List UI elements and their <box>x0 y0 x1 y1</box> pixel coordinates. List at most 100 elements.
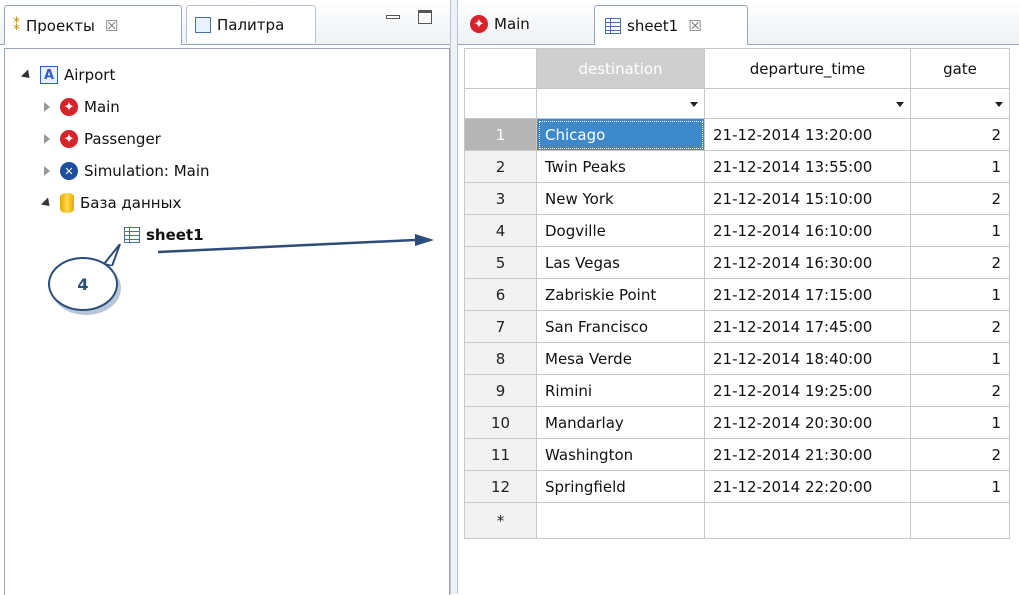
row-number[interactable]: 6 <box>464 278 537 311</box>
row-number[interactable]: 2 <box>464 150 537 183</box>
cell-gate[interactable]: 2 <box>910 246 1010 279</box>
cell-destination[interactable]: Zabriskie Point <box>536 278 705 311</box>
filter-gate[interactable] <box>910 88 1010 119</box>
table-cell[interactable] <box>536 502 705 539</box>
table-row[interactable]: 1 Chicago 21-12-2014 13:20:00 2 <box>464 118 1010 151</box>
collapsed-arrow-icon[interactable] <box>40 102 54 112</box>
cell-departure-time[interactable]: 21-12-2014 15:10:00 <box>704 182 911 215</box>
minimize-icon[interactable] <box>384 10 400 24</box>
cell-gate[interactable]: 2 <box>910 438 1010 471</box>
maximize-icon[interactable] <box>418 10 432 24</box>
dropdown-arrow-icon[interactable] <box>690 102 698 107</box>
cell-destination[interactable]: Chicago <box>536 118 705 151</box>
cell-destination[interactable]: Mandarlay <box>536 406 705 439</box>
cell-departure-time[interactable]: 21-12-2014 17:15:00 <box>704 278 911 311</box>
cell-departure-time[interactable]: 21-12-2014 16:30:00 <box>704 246 911 279</box>
filter-departure-time[interactable] <box>704 88 911 119</box>
expanded-arrow-icon[interactable] <box>20 68 34 82</box>
collapsed-arrow-icon[interactable] <box>40 166 54 176</box>
table-row[interactable]: 12 Springfield 21-12-2014 22:20:00 1 <box>464 470 1010 503</box>
column-header-departure-time[interactable]: departure_time <box>704 48 911 89</box>
row-number[interactable]: 9 <box>464 374 537 407</box>
cell-gate[interactable]: 1 <box>910 278 1010 311</box>
corner-cell <box>464 48 537 89</box>
table-row[interactable]: 6 Zabriskie Point 21-12-2014 17:15:00 1 <box>464 278 1010 311</box>
cell-gate[interactable]: 2 <box>910 310 1010 343</box>
table-row[interactable]: 7 San Francisco 21-12-2014 17:45:00 2 <box>464 310 1010 343</box>
dropdown-arrow-icon[interactable] <box>995 102 1003 107</box>
callout-tail <box>104 244 121 266</box>
table-row[interactable]: 9 Rimini 21-12-2014 19:25:00 2 <box>464 374 1010 407</box>
table-row[interactable]: 4 Dogville 21-12-2014 16:10:00 1 <box>464 214 1010 247</box>
expanded-arrow-icon[interactable] <box>40 196 54 210</box>
cell-gate[interactable]: 1 <box>910 470 1010 503</box>
tree-item-sheet1[interactable]: sheet1 <box>124 222 204 248</box>
cell-departure-time[interactable]: 21-12-2014 16:10:00 <box>704 214 911 247</box>
cell-destination[interactable]: Washington <box>536 438 705 471</box>
cell-departure-time[interactable]: 21-12-2014 22:20:00 <box>704 470 911 503</box>
cell-departure-time[interactable]: 21-12-2014 13:55:00 <box>704 150 911 183</box>
close-icon[interactable]: ☒ <box>688 17 701 35</box>
table-cell[interactable] <box>704 502 911 539</box>
cell-gate[interactable]: 2 <box>910 182 1010 215</box>
cell-gate[interactable]: 2 <box>910 374 1010 407</box>
row-number[interactable]: 3 <box>464 182 537 215</box>
dropdown-arrow-icon[interactable] <box>896 102 904 107</box>
row-number[interactable]: 12 <box>464 470 537 503</box>
cell-gate[interactable]: 1 <box>910 342 1010 375</box>
projects-tabbar: ⁑ Проекты ☒ Палитра <box>0 0 450 45</box>
cell-departure-time[interactable]: 21-12-2014 18:40:00 <box>704 342 911 375</box>
tab-main[interactable]: ✦ Main <box>460 5 586 43</box>
column-header-gate[interactable]: gate <box>910 48 1010 89</box>
close-icon[interactable]: ☒ <box>105 17 118 35</box>
table-cell[interactable] <box>910 502 1010 539</box>
tree-item-passenger[interactable]: ✦ Passenger <box>40 126 161 152</box>
tree-item-simulation-main[interactable]: ✕ Simulation: Main <box>40 158 210 184</box>
cell-departure-time[interactable]: 21-12-2014 17:45:00 <box>704 310 911 343</box>
tree-item-database[interactable]: База данных <box>40 190 181 216</box>
cell-gate[interactable]: 1 <box>910 214 1010 247</box>
tab-sheet1[interactable]: sheet1 ☒ <box>594 5 748 45</box>
cell-destination[interactable]: Mesa Verde <box>536 342 705 375</box>
row-number[interactable]: 7 <box>464 310 537 343</box>
table-row[interactable]: 2 Twin Peaks 21-12-2014 13:55:00 1 <box>464 150 1010 183</box>
cell-destination[interactable]: San Francisco <box>536 310 705 343</box>
callout-number: 4 <box>77 274 89 294</box>
row-number[interactable]: 11 <box>464 438 537 471</box>
agent-icon: ✦ <box>60 98 78 116</box>
table-row[interactable]: 8 Mesa Verde 21-12-2014 18:40:00 1 <box>464 342 1010 375</box>
row-number[interactable]: 8 <box>464 342 537 375</box>
row-number[interactable]: 4 <box>464 214 537 247</box>
tab-palette[interactable]: Палитра <box>186 5 316 43</box>
filter-destination[interactable] <box>536 88 705 119</box>
cell-destination[interactable]: Springfield <box>536 470 705 503</box>
cell-departure-time[interactable]: 21-12-2014 13:20:00 <box>704 118 911 151</box>
panel-splitter[interactable] <box>450 0 458 594</box>
row-number[interactable]: 10 <box>464 406 537 439</box>
cell-destination[interactable]: Rimini <box>536 374 705 407</box>
cell-destination[interactable]: Las Vegas <box>536 246 705 279</box>
table-row[interactable]: 5 Las Vegas 21-12-2014 16:30:00 2 <box>464 246 1010 279</box>
table-row[interactable]: 11 Washington 21-12-2014 21:30:00 2 <box>464 438 1010 471</box>
cell-destination[interactable]: New York <box>536 182 705 215</box>
collapsed-arrow-icon[interactable] <box>40 134 54 144</box>
editor-tabbar: ✦ Main sheet1 ☒ <box>458 0 1019 45</box>
cell-gate[interactable]: 1 <box>910 406 1010 439</box>
tree-item-main[interactable]: ✦ Main <box>40 94 120 120</box>
tree-item-label: Simulation: Main <box>84 162 210 180</box>
column-header-destination[interactable]: destination <box>536 48 705 89</box>
tab-projects[interactable]: ⁑ Проекты ☒ <box>4 5 182 45</box>
cell-gate[interactable]: 1 <box>910 150 1010 183</box>
tree-item-airport[interactable]: A Airport <box>20 62 115 88</box>
cell-departure-time[interactable]: 21-12-2014 21:30:00 <box>704 438 911 471</box>
row-number[interactable]: 5 <box>464 246 537 279</box>
cell-departure-time[interactable]: 21-12-2014 19:25:00 <box>704 374 911 407</box>
table-row[interactable]: 3 New York 21-12-2014 15:10:00 2 <box>464 182 1010 215</box>
new-row[interactable]: * <box>464 502 1010 539</box>
table-row[interactable]: 10 Mandarlay 21-12-2014 20:30:00 1 <box>464 406 1010 439</box>
cell-destination[interactable]: Twin Peaks <box>536 150 705 183</box>
cell-departure-time[interactable]: 21-12-2014 20:30:00 <box>704 406 911 439</box>
cell-destination[interactable]: Dogville <box>536 214 705 247</box>
cell-gate[interactable]: 2 <box>910 118 1010 151</box>
row-number[interactable]: 1 <box>464 118 537 151</box>
